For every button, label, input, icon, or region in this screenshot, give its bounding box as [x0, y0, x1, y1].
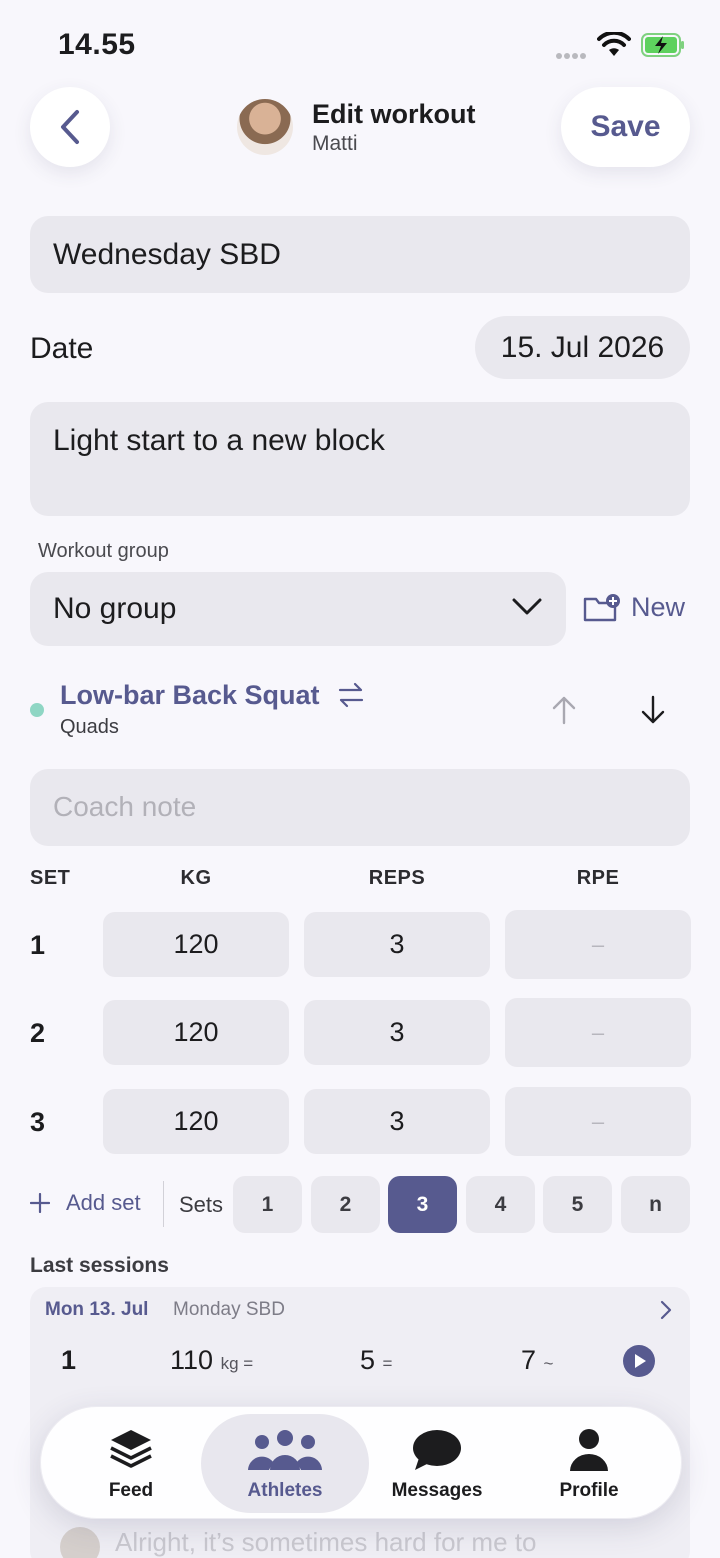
- session-reps-value: 5: [360, 1345, 376, 1375]
- reps-input[interactable]: 3: [304, 912, 490, 977]
- coach-note-placeholder: Coach note: [53, 791, 197, 822]
- add-set-button[interactable]: Add set: [30, 1190, 141, 1216]
- page-title: Edit workout: [312, 99, 476, 129]
- session-rpe-value: 7: [521, 1345, 537, 1375]
- column-header-kg: KG: [180, 867, 212, 889]
- coach-note-field[interactable]: Coach note: [30, 769, 690, 846]
- set-count-chip[interactable]: 4: [466, 1176, 535, 1233]
- tab-athletes[interactable]: Athletes: [205, 1407, 365, 1520]
- rpe-input[interactable]: –: [505, 1087, 691, 1156]
- tab-bar: Feed Athletes Messages Profile: [40, 1406, 682, 1519]
- kg-input[interactable]: 120: [103, 912, 289, 977]
- tab-label: Messages: [391, 1479, 483, 1501]
- workout-group-value: No group: [53, 592, 177, 625]
- add-set-label: Add set: [66, 1190, 141, 1215]
- arrow-up-icon[interactable]: [551, 695, 577, 725]
- tab-label: Profile: [559, 1479, 619, 1501]
- layers-icon: [110, 1429, 152, 1468]
- tab-profile[interactable]: Profile: [509, 1407, 669, 1520]
- divider: [163, 1181, 164, 1227]
- chevron-right-icon: [660, 1300, 672, 1320]
- session-rpe-suffix: ~: [543, 1354, 554, 1373]
- reps-input[interactable]: 3: [304, 1000, 490, 1065]
- workout-notes-field[interactable]: Light start to a new block: [30, 402, 690, 516]
- cellular-signal-icon: [556, 46, 588, 64]
- arrow-down-icon[interactable]: [640, 695, 666, 725]
- sets-label: Sets: [179, 1192, 224, 1217]
- comment-text: Alright, it’s sometimes hard for me to: [115, 1527, 537, 1557]
- workout-group-select[interactable]: No group: [30, 572, 566, 646]
- chevron-left-icon: [61, 110, 79, 144]
- workout-name-value: Wednesday SBD: [53, 238, 281, 271]
- chat-bubble-icon: [413, 1429, 461, 1470]
- session-kg: 110 kg =: [170, 1345, 253, 1376]
- set-number: 1: [30, 930, 46, 960]
- session-reps-suffix: =: [382, 1354, 393, 1373]
- set-number: 3: [30, 1107, 46, 1137]
- set-count-chip-selected[interactable]: 3: [388, 1176, 457, 1233]
- kg-input[interactable]: 120: [103, 1000, 289, 1065]
- tab-messages[interactable]: Messages: [357, 1407, 517, 1520]
- set-count-chip[interactable]: 1: [233, 1176, 302, 1233]
- column-header-set: SET: [30, 867, 71, 889]
- athlete-name: Matti: [312, 132, 358, 155]
- athlete-avatar: [237, 99, 293, 155]
- tab-label: Athletes: [247, 1479, 323, 1501]
- reps-input[interactable]: 3: [304, 1089, 490, 1154]
- kg-input[interactable]: 120: [103, 1089, 289, 1154]
- last-sessions-title: Last sessions: [30, 1254, 169, 1277]
- session-name: Monday SBD: [173, 1299, 285, 1320]
- plus-icon: [30, 1193, 50, 1213]
- exercise-muscle-group: Quads: [60, 716, 119, 738]
- new-group-button[interactable]: New: [583, 592, 685, 623]
- muscle-color-dot: [30, 703, 44, 717]
- set-number: 2: [30, 1018, 46, 1048]
- set-count-chip[interactable]: n: [621, 1176, 690, 1233]
- folder-add-icon: [583, 593, 620, 621]
- chevron-down-icon: [512, 598, 542, 615]
- status-time: 14.55: [58, 28, 136, 61]
- session-reps: 5 =: [360, 1345, 392, 1376]
- session-kg-unit: kg =: [220, 1354, 254, 1373]
- set-count-chip[interactable]: 5: [543, 1176, 612, 1233]
- session-set-number: 1: [61, 1345, 77, 1375]
- swap-exercise-icon[interactable]: [337, 682, 365, 708]
- save-button[interactable]: Save: [561, 87, 690, 167]
- tab-label: Feed: [108, 1479, 154, 1501]
- person-icon: [570, 1428, 608, 1471]
- session-date: Mon 13. Jul: [45, 1299, 149, 1320]
- group-icon: [248, 1429, 322, 1470]
- column-header-rpe: RPE: [576, 867, 620, 889]
- date-label: Date: [30, 332, 94, 365]
- workout-group-label: Workout group: [38, 540, 169, 562]
- back-button[interactable]: [30, 87, 110, 167]
- tab-feed[interactable]: Feed: [51, 1407, 211, 1520]
- exercise-name[interactable]: Low-bar Back Squat: [60, 680, 320, 711]
- battery-charging-icon: [641, 33, 684, 57]
- wifi-icon: [597, 32, 631, 56]
- rpe-input[interactable]: –: [505, 998, 691, 1067]
- new-group-label: New: [631, 592, 686, 622]
- workout-notes-value: Light start to a new block: [53, 424, 385, 457]
- set-count-chip[interactable]: 2: [311, 1176, 380, 1233]
- session-kg-value: 110: [170, 1345, 214, 1375]
- play-icon[interactable]: [623, 1345, 655, 1377]
- column-header-reps: REPS: [368, 867, 426, 889]
- date-picker[interactable]: 15. Jul 2026: [475, 316, 690, 379]
- workout-name-field[interactable]: Wednesday SBD: [30, 216, 690, 293]
- rpe-input[interactable]: –: [505, 910, 691, 979]
- session-rpe: 7 ~: [521, 1345, 553, 1376]
